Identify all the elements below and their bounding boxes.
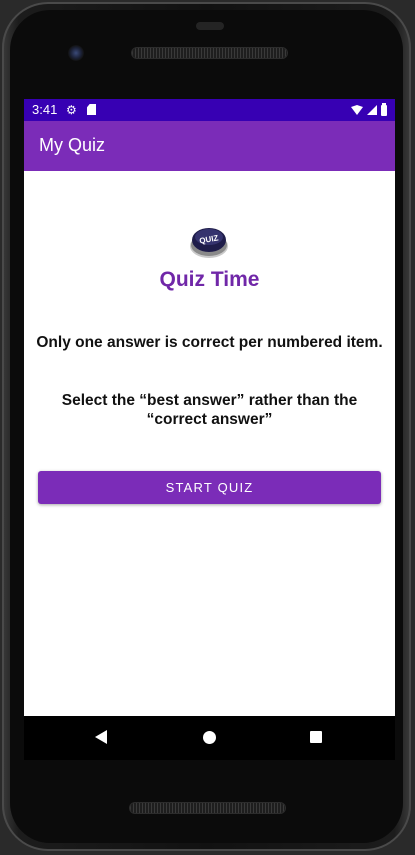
earpiece	[196, 22, 224, 30]
recents-icon[interactable]	[310, 731, 322, 743]
status-time: 3:41	[32, 102, 58, 117]
front-camera	[68, 45, 84, 61]
bottom-speaker-grille	[130, 803, 285, 813]
wifi-icon	[351, 105, 363, 115]
status-bar: 3:41 ⚙	[24, 99, 395, 121]
home-icon[interactable]	[203, 731, 216, 744]
app-bar: My Quiz	[24, 121, 395, 171]
quiz-logo-icon: QUIZ	[190, 228, 228, 258]
navigation-bar	[24, 716, 395, 760]
sd-card-icon	[87, 104, 96, 115]
app-title: My Quiz	[39, 135, 106, 155]
instruction-one-answer: Only one answer is correct per numbered …	[36, 334, 383, 351]
start-quiz-button[interactable]: START QUIZ	[38, 471, 381, 504]
top-speaker-grille	[132, 48, 287, 58]
battery-icon	[381, 102, 387, 116]
app-screen: 3:41 ⚙ My Quiz QUIZ Quiz Time Only one a…	[24, 99, 395, 716]
signal-icon	[367, 105, 377, 115]
quiz-heading: Quiz Time	[159, 268, 260, 291]
back-icon[interactable]	[95, 730, 107, 744]
instruction-best-answer: Select the “best answer” rather than the…	[61, 392, 358, 428]
status-indicators	[351, 102, 387, 117]
gear-icon: ⚙	[66, 103, 77, 117]
